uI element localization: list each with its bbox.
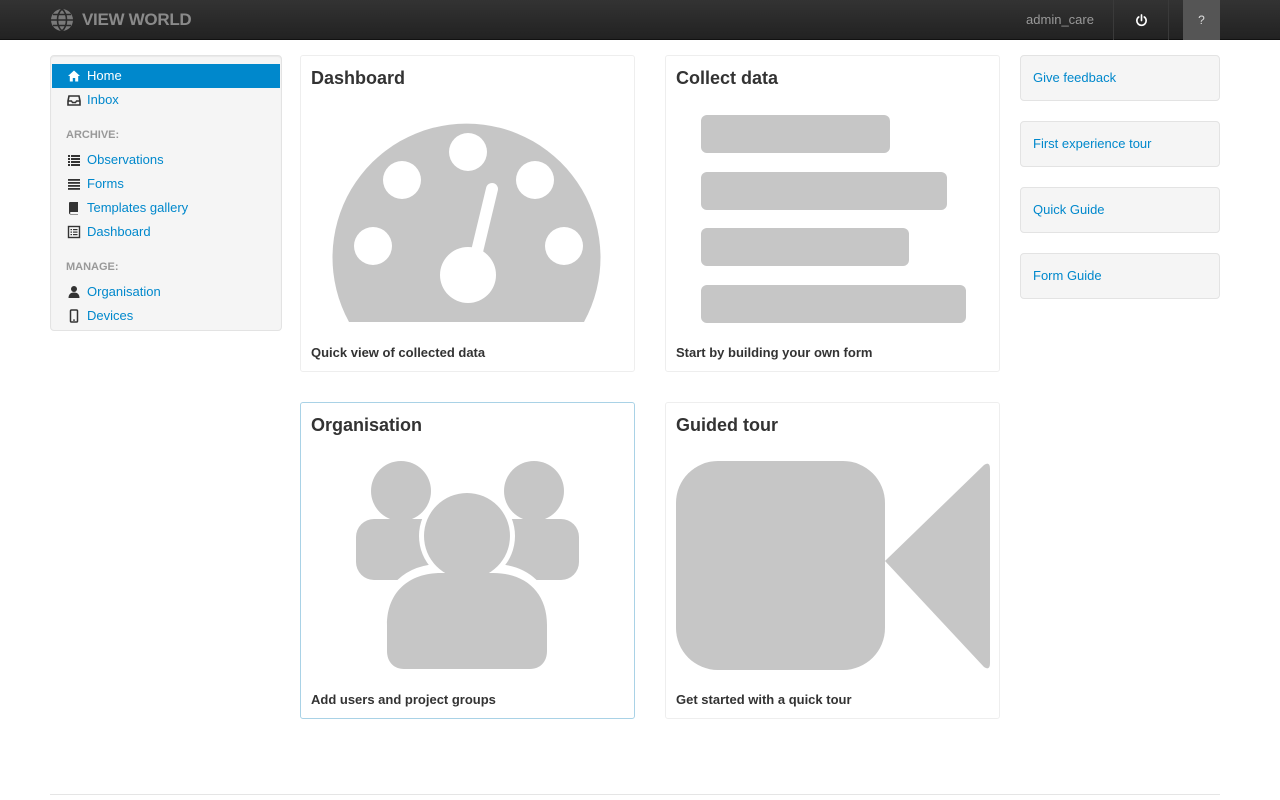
sidebar-nav: Home Inbox ARCHIVE: Observations Forms T… — [50, 55, 282, 331]
list-alt-icon — [67, 225, 81, 239]
sidebar-item-devices[interactable]: Devices — [52, 304, 280, 328]
sidebar-item-forms[interactable]: Forms — [52, 172, 280, 196]
users-group-icon — [356, 461, 579, 674]
sidebar-item-templates-gallery[interactable]: Templates gallery — [52, 196, 280, 220]
nav-divider — [1168, 0, 1169, 40]
user-menu[interactable]: admin_care — [1008, 0, 1112, 40]
tile-guided-tour[interactable]: Guided tour Get started with a quick tou… — [665, 402, 1000, 719]
sidebar-item-label: Home — [87, 68, 122, 83]
dashboard-gauge-icon — [332, 123, 601, 322]
phone-icon — [67, 309, 81, 323]
sidebar-header-manage: MANAGE: — [66, 261, 119, 273]
sidebar-item-label: Forms — [87, 176, 124, 191]
book-icon — [67, 201, 81, 215]
logout-button[interactable] — [1114, 0, 1168, 40]
sidebar-header-archive: ARCHIVE: — [66, 129, 120, 141]
sidebar-item-label: Inbox — [87, 92, 119, 107]
tile-collect-data[interactable]: Collect data Start by building your own … — [665, 55, 1000, 372]
brand-logo[interactable]: VIEW WORLD — [50, 8, 192, 32]
sidebar-item-organisation[interactable]: Organisation — [52, 280, 280, 304]
tile-description: Quick view of collected data — [311, 345, 486, 360]
video-camera-icon — [676, 461, 990, 670]
sidebar-item-dashboard[interactable]: Dashboard — [52, 220, 280, 244]
form-bars-icon — [701, 115, 966, 323]
sidebar-item-label: Dashboard — [87, 224, 151, 239]
align-justify-icon — [67, 177, 81, 191]
brand-name: VIEW WORLD — [82, 10, 192, 29]
top-navbar: VIEW WORLD admin_care ? — [0, 0, 1280, 40]
help-button[interactable]: ? — [1183, 0, 1220, 40]
sidebar-item-label: Observations — [87, 152, 164, 167]
first-experience-tour-link[interactable]: First experience tour — [1020, 121, 1220, 167]
inbox-icon — [67, 93, 81, 107]
sidebar-item-home[interactable]: Home — [52, 64, 280, 88]
tile-description: Get started with a quick tour — [676, 692, 852, 707]
sidebar-item-observations[interactable]: Observations — [52, 148, 280, 172]
tile-description: Add users and project groups — [311, 692, 496, 707]
tile-description: Start by building your own form — [676, 345, 873, 360]
sidebar-item-label: Devices — [87, 308, 134, 323]
sidebar-item-label: Templates gallery — [87, 200, 189, 215]
home-icon — [67, 69, 81, 83]
power-icon — [1135, 13, 1147, 26]
sidebar-item-inbox[interactable]: Inbox — [52, 88, 280, 112]
globe-icon — [51, 8, 73, 32]
list-icon — [67, 153, 81, 167]
form-guide-link[interactable]: Form Guide — [1020, 253, 1220, 299]
quick-guide-link[interactable]: Quick Guide — [1020, 187, 1220, 233]
give-feedback-link[interactable]: Give feedback — [1020, 55, 1220, 101]
sidebar-item-label: Organisation — [87, 284, 161, 299]
footer-divider — [50, 794, 1220, 795]
tile-organisation[interactable]: Organisation Add users and project group… — [300, 402, 635, 719]
tile-dashboard[interactable]: Dashboard Quick view of collected data — [300, 55, 635, 372]
user-icon — [67, 285, 81, 299]
